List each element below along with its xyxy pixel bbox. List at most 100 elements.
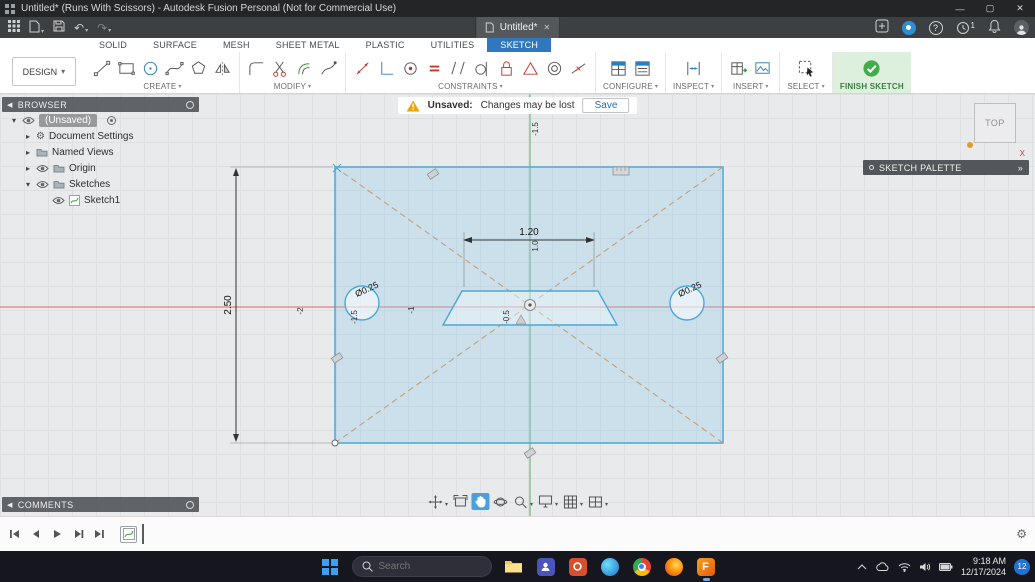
job-status-icon[interactable]: 1 [956, 21, 975, 35]
browser-item-sketch1[interactable]: Sketch1 [2, 192, 199, 208]
browser-item-origin[interactable]: ▸ Origin [2, 160, 199, 176]
tab-sketch[interactable]: SKETCH [487, 38, 551, 52]
lock-constraint-icon[interactable] [497, 59, 516, 78]
chevron-down-icon[interactable]: ▾ [530, 501, 533, 508]
browser-item-label[interactable]: Document Settings [49, 131, 134, 142]
timeline-position-marker[interactable] [142, 524, 144, 544]
display-settings-icon[interactable] [536, 493, 554, 510]
pan-tool-icon[interactable] [426, 493, 444, 510]
visibility-eye-icon[interactable] [52, 196, 65, 205]
save-button[interactable]: Save [583, 98, 630, 113]
viewcube-top-face[interactable]: TOP [974, 103, 1016, 143]
onedrive-cloud-icon[interactable] [875, 562, 890, 572]
configure-group-label[interactable]: CONFIGURE▾ [603, 82, 658, 91]
trim-scissors-icon[interactable] [271, 59, 290, 78]
polygon-tool-icon[interactable] [189, 59, 208, 78]
modeling-canvas[interactable]: 2.50 1.20 Ø0.25 Ø0.25 -2 -1 -1.5 -0.5 -1… [0, 94, 1035, 516]
volume-icon[interactable] [919, 562, 931, 572]
pan-hand-icon[interactable] [471, 493, 489, 510]
finish-sketch-button[interactable]: FINISH SKETCH [840, 82, 904, 91]
wifi-icon[interactable] [898, 562, 911, 572]
redo-icon[interactable]: ↷▾ [97, 21, 111, 35]
office-app-icon[interactable] [568, 557, 588, 577]
tab-mesh[interactable]: MESH [210, 38, 263, 52]
fusion-app-icon[interactable]: F [696, 557, 716, 577]
configure-table-icon[interactable] [609, 59, 628, 78]
orbit-tool-icon[interactable] [491, 493, 509, 510]
tray-chevron-up-icon[interactable] [857, 564, 867, 570]
browser-item-sketches[interactable]: ▾ Sketches [2, 176, 199, 192]
save-icon[interactable] [53, 20, 65, 35]
coincident-constraint-icon[interactable] [401, 59, 420, 78]
browser-item-label[interactable]: (Unsaved) [39, 114, 97, 127]
file-explorer-icon[interactable] [504, 557, 524, 577]
line-tool-icon[interactable] [93, 59, 112, 78]
tab-sheet-metal[interactable]: SHEET METAL [263, 38, 353, 52]
taskbar-search[interactable] [352, 556, 492, 577]
constraints-group-label[interactable]: CONSTRAINTS▾ [438, 82, 503, 91]
fix-constraint-icon[interactable] [521, 59, 540, 78]
tray-clock[interactable]: 9:18 AM 12/17/2024 [961, 556, 1006, 578]
sketch-palette-bar[interactable]: SKETCH PALETTE » [863, 160, 1029, 175]
parallel-constraint-icon[interactable] [449, 59, 468, 78]
notification-count-badge[interactable]: 12 [1014, 559, 1030, 575]
inspect-group-label[interactable]: INSPECT▾ [673, 82, 714, 91]
equal-constraint-icon[interactable] [425, 59, 444, 78]
teams-icon[interactable] [536, 557, 556, 577]
insert-group-label[interactable]: INSERT▾ [733, 82, 769, 91]
browser-options-icon[interactable] [186, 101, 194, 109]
activate-radio-icon[interactable] [107, 116, 116, 125]
fillet-tool-icon[interactable] [247, 59, 266, 78]
tab-utilities[interactable]: UTILITIES [418, 38, 488, 52]
expand-caret-icon[interactable]: ▸ [24, 164, 32, 173]
tab-surface[interactable]: SURFACE [140, 38, 210, 52]
firefox-icon[interactable] [664, 557, 684, 577]
chevron-down-icon[interactable]: ▾ [580, 501, 583, 508]
close-button[interactable]: ✕ [1005, 0, 1035, 17]
select-tool-icon[interactable] [797, 59, 816, 78]
circle-tool-icon[interactable] [141, 59, 160, 78]
browser-item-label[interactable]: Named Views [52, 147, 114, 158]
rectangle-tool-icon[interactable] [117, 59, 136, 78]
chrome-icon[interactable] [632, 557, 652, 577]
expand-caret-icon[interactable]: ▸ [24, 132, 32, 141]
browser-header[interactable]: ◀ BROWSER [2, 97, 199, 112]
viewcube[interactable]: TOP X [967, 100, 1023, 152]
midpoint-constraint-icon[interactable] [569, 59, 588, 78]
extensions-icon[interactable] [902, 21, 916, 35]
expand-caret-icon[interactable]: ▾ [10, 116, 18, 125]
scale-tool-icon[interactable] [319, 59, 338, 78]
finish-sketch-check-icon[interactable] [862, 59, 881, 78]
viewports-icon[interactable] [586, 493, 604, 510]
minimize-button[interactable]: — [945, 0, 975, 17]
collapse-icon[interactable]: ◀ [7, 501, 13, 509]
collapse-icon[interactable]: ◀ [7, 101, 13, 109]
offset-tool-icon[interactable] [295, 59, 314, 78]
visibility-eye-icon[interactable] [36, 180, 49, 189]
modify-group-label[interactable]: MODIFY▾ [274, 82, 312, 91]
aux-dim-label[interactable]: 1.0 [531, 240, 540, 252]
mirror-tool-icon[interactable] [213, 59, 232, 78]
sketch-point[interactable] [332, 440, 338, 446]
visibility-eye-icon[interactable] [22, 116, 35, 125]
expand-caret-icon[interactable]: ▾ [24, 180, 32, 189]
start-button[interactable] [320, 557, 340, 577]
close-tab-icon[interactable]: ✕ [544, 23, 551, 32]
edge-icon[interactable] [600, 557, 620, 577]
select-group-label[interactable]: SELECT▾ [787, 82, 825, 91]
chevron-down-icon[interactable]: ▾ [555, 501, 558, 508]
fit-view-icon[interactable] [451, 493, 469, 510]
horizontal-vertical-constraint-icon[interactable] [377, 59, 396, 78]
app-grid-icon[interactable] [8, 20, 20, 35]
skip-to-start-icon[interactable] [8, 527, 22, 541]
browser-item-label[interactable]: Origin [69, 163, 96, 174]
step-back-icon[interactable] [29, 527, 43, 541]
new-document-icon[interactable] [875, 19, 889, 36]
dim-text-width[interactable]: 1.20 [519, 227, 539, 238]
timeline-settings-gear-icon[interactable]: ⚙ [1016, 527, 1027, 541]
play-icon[interactable] [50, 527, 64, 541]
aux-dim-label[interactable]: -0.5 [502, 310, 511, 324]
create-group-label[interactable]: CREATE▾ [143, 82, 181, 91]
chevron-down-icon[interactable]: ▾ [605, 501, 608, 508]
tangent-constraint-icon[interactable] [473, 59, 492, 78]
